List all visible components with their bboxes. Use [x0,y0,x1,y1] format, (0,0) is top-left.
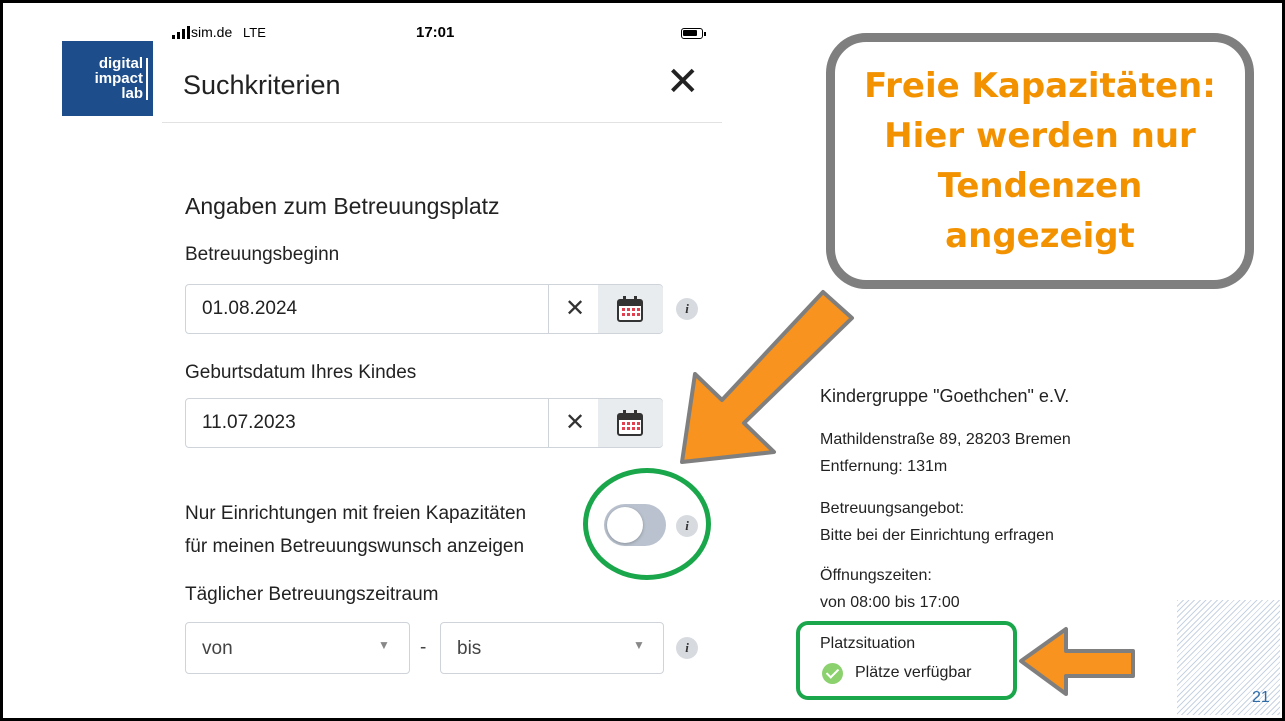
care-offer-label: Betreuungsangebot: [820,500,965,517]
facility-name: Kindergruppe "Goethchen" e.V. [820,386,1070,406]
callout-line-1: Freie Kapazitäten: [864,66,1216,106]
capacity-callout: Freie Kapazitäten: Hier werden nur Tende… [826,33,1254,289]
facility-distance: Entfernung: 131m [820,458,948,475]
care-offer-value: Bitte bei der Einrichtung erfragen [820,527,1054,544]
callout-line-3: Tendenzen [937,166,1143,206]
facility-address: Mathildenstraße 89, 28203 Bremen [820,431,1071,448]
callout-line-4: angezeigt [945,216,1135,256]
opening-hours-value: von 08:00 bis 17:00 [820,594,960,611]
check-circle-icon [822,663,843,684]
callout-line-2: Hier werden nur [884,116,1196,156]
place-status-value: Plätze verfügbar [855,664,972,681]
left-arrow [1019,627,1135,696]
slide-page-number: 21 [1252,689,1270,706]
place-status-label: Platzsituation [820,635,916,652]
opening-hours-label: Öffnungszeiten: [820,567,932,584]
